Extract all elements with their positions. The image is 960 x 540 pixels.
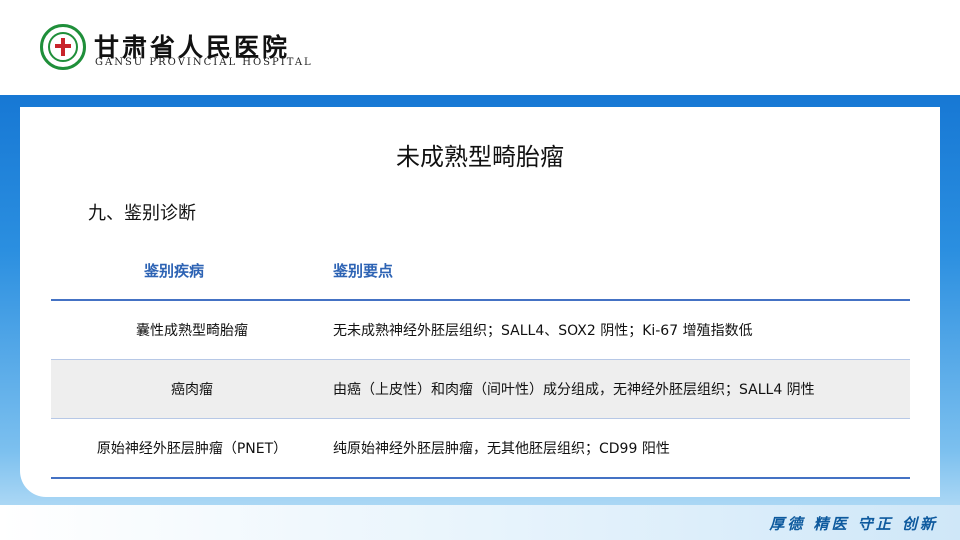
disease-cell: 癌肉瘤	[51, 359, 333, 419]
section-heading: 九、鉴别诊断	[88, 203, 196, 224]
table-row: 囊性成熟型畸胎瘤 无未成熟神经外胚层组织；SALL4、SOX2 阴性；Ki-67…	[51, 300, 910, 360]
column-header-points: 鉴别要点	[333, 242, 910, 301]
hospital-slogan: 厚德 精医 守正 创新	[769, 515, 938, 533]
slide-title: 未成熟型畸胎瘤	[396, 143, 564, 171]
table-row: 原始神经外胚层肿瘤（PNET） 纯原始神经外胚层肿瘤，无其他胚层组织；CD99 …	[51, 418, 910, 479]
points-cell: 无未成熟神经外胚层组织；SALL4、SOX2 阴性；Ki-67 增殖指数低	[333, 300, 910, 360]
column-header-disease: 鉴别疾病	[51, 242, 333, 301]
header: 甘肃省人民医院 GANSU PROVINCIAL HOSPITAL	[0, 0, 960, 95]
differential-diagnosis-table: 鉴别疾病 鉴别要点 囊性成熟型畸胎瘤 无未成熟神经外胚层组织；SALL4、SOX…	[51, 242, 910, 479]
table-row: 癌肉瘤 由癌（上皮性）和肉瘤（间叶性）成分组成，无神经外胚层组织；SALL4 阴…	[51, 359, 910, 419]
table-header-row: 鉴别疾病 鉴别要点	[51, 242, 910, 301]
points-cell: 由癌（上皮性）和肉瘤（间叶性）成分组成，无神经外胚层组织；SALL4 阴性	[333, 359, 910, 419]
points-cell: 纯原始神经外胚层肿瘤，无其他胚层组织；CD99 阳性	[333, 418, 910, 479]
disease-cell: 原始神经外胚层肿瘤（PNET）	[51, 418, 333, 479]
hospital-emblem-icon	[40, 24, 86, 70]
hospital-name-en: GANSU PROVINCIAL HOSPITAL	[95, 57, 313, 68]
disease-cell: 囊性成熟型畸胎瘤	[51, 300, 333, 360]
